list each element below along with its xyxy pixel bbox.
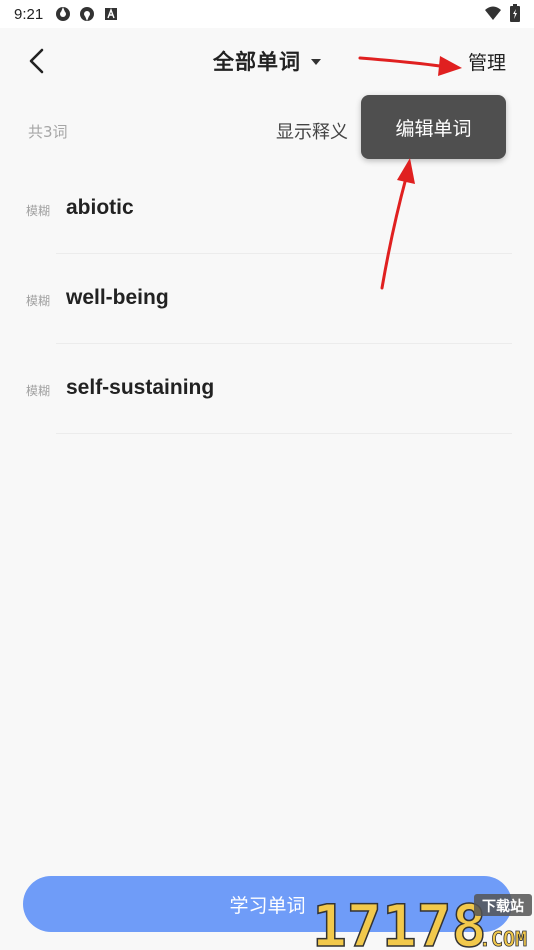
back-arrow-icon[interactable] [22,46,52,76]
status-bar: 9:21 [0,0,534,28]
edit-words-menu-item[interactable]: 编辑单词 [361,95,506,159]
blur-toggle[interactable]: 模糊 [26,292,50,309]
sync-icon-2 [80,7,95,21]
watermark-domain: .COM [479,927,527,950]
word-text: self-sustaining [66,376,215,399]
status-time: 9:21 [14,5,44,23]
watermark-number: 17178 [312,892,487,950]
word-row[interactable]: 模糊 abiotic [0,164,534,254]
caret-down-icon [311,59,321,65]
word-row[interactable]: 模糊 self-sustaining [0,344,534,434]
row-divider [56,433,512,434]
blur-toggle[interactable]: 模糊 [26,202,50,219]
word-filter-dropdown[interactable]: 全部单词 [213,46,321,76]
watermark-site: 下载站 [482,898,524,915]
page-title: 全部单词 [213,50,301,74]
header: 全部单词 管理 [0,28,534,94]
status-right [484,4,520,22]
word-row[interactable]: 模糊 well-being [0,254,534,344]
blur-toggle[interactable]: 模糊 [26,382,50,399]
show-meaning-toggle[interactable]: 显示释义 [276,118,348,144]
word-count: 共3词 [28,123,68,141]
manage-button[interactable]: 管理 [468,48,506,75]
word-text: abiotic [66,196,134,219]
watermark-logo: 17178 下载站 .COM [311,891,532,950]
word-text: well-being [66,286,169,309]
word-list: 模糊 abiotic 模糊 well-being 模糊 self-sustain… [0,164,534,434]
notification-a-icon [105,8,118,20]
wifi-icon [485,6,501,20]
sync-icon [56,7,71,21]
battery-icon [510,4,520,22]
